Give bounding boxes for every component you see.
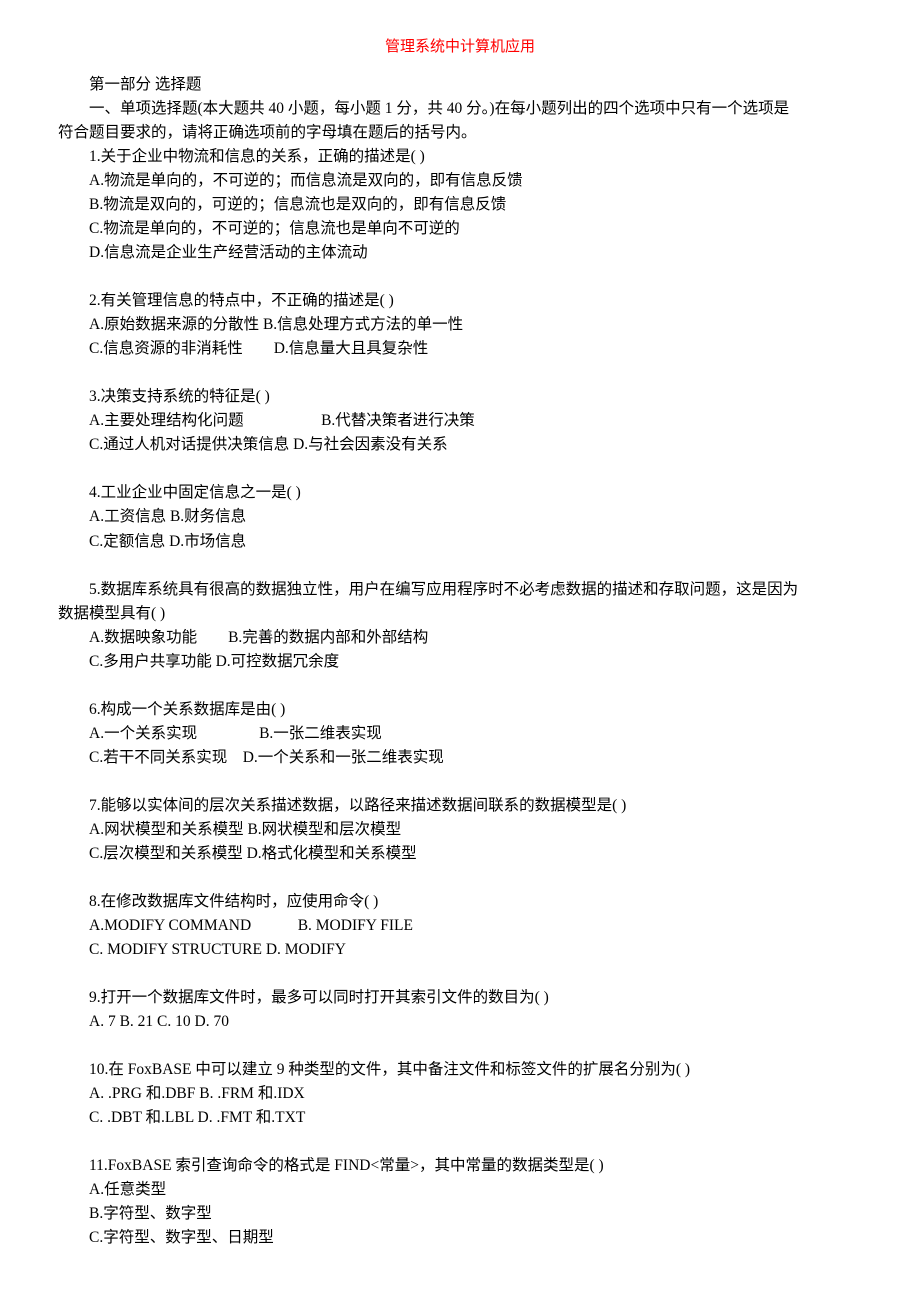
text-line: A.MODIFY COMMAND B. MODIFY FILE [58, 914, 862, 938]
blank-line [58, 1130, 862, 1154]
blank-line [58, 770, 862, 794]
text-line: 2.有关管理信息的特点中，不正确的描述是( ) [58, 289, 862, 313]
text-line: A. .PRG 和.DBF B. .FRM 和.IDX [58, 1082, 862, 1106]
text-line: C.若干不同关系实现 D.一个关系和一张二维表实现 [58, 746, 862, 770]
blank-line [58, 554, 862, 578]
text-line: B.字符型、数字型 [58, 1202, 862, 1226]
text-line: A. 7 B. 21 C. 10 D. 70 [58, 1010, 862, 1034]
text-line: A.任意类型 [58, 1178, 862, 1202]
text-line: C. .DBT 和.LBL D. .FMT 和.TXT [58, 1106, 862, 1130]
text-line: C.多用户共享功能 D.可控数据冗余度 [58, 650, 862, 674]
text-line: 5.数据库系统具有很高的数据独立性，用户在编写应用程序时不必考虑数据的描述和存取… [58, 578, 862, 602]
text-line: 第一部分 选择题 [58, 73, 862, 97]
text-line: A.工资信息 B.财务信息 [58, 505, 862, 529]
text-line: 4.工业企业中固定信息之一是( ) [58, 481, 862, 505]
text-line: A.原始数据来源的分散性 B.信息处理方式方法的单一性 [58, 313, 862, 337]
text-line: 数据模型具有( ) [58, 602, 862, 626]
text-line: 符合题目要求的，请将正确选项前的字母填在题后的括号内。 [58, 121, 862, 145]
page-title: 管理系统中计算机应用 [58, 36, 862, 59]
text-line: A.数据映象功能 B.完善的数据内部和外部结构 [58, 626, 862, 650]
blank-line [58, 457, 862, 481]
text-line: D.信息流是企业生产经营活动的主体流动 [58, 241, 862, 265]
text-line: C.信息资源的非消耗性 D.信息量大且具复杂性 [58, 337, 862, 361]
text-line: C.层次模型和关系模型 D.格式化模型和关系模型 [58, 842, 862, 866]
text-line: 11.FoxBASE 索引查询命令的格式是 FIND<常量>，其中常量的数据类型… [58, 1154, 862, 1178]
blank-line [58, 866, 862, 890]
text-line: 6.构成一个关系数据库是由( ) [58, 698, 862, 722]
blank-line [58, 1034, 862, 1058]
blank-line [58, 361, 862, 385]
blank-line [58, 962, 862, 986]
text-line: 1.关于企业中物流和信息的关系，正确的描述是( ) [58, 145, 862, 169]
text-line: 10.在 FoxBASE 中可以建立 9 种类型的文件，其中备注文件和标签文件的… [58, 1058, 862, 1082]
text-line: C. MODIFY STRUCTURE D. MODIFY [58, 938, 862, 962]
text-line: B.物流是双向的，可逆的；信息流也是双向的，即有信息反馈 [58, 193, 862, 217]
text-line: C.定额信息 D.市场信息 [58, 530, 862, 554]
text-line: 一、单项选择题(本大题共 40 小题，每小题 1 分，共 40 分。)在每小题列… [58, 97, 862, 121]
body-lines: 第一部分 选择题一、单项选择题(本大题共 40 小题，每小题 1 分，共 40 … [58, 73, 862, 1250]
text-line: C.字符型、数字型、日期型 [58, 1226, 862, 1250]
blank-line [58, 674, 862, 698]
text-line: A.网状模型和关系模型 B.网状模型和层次模型 [58, 818, 862, 842]
text-line: A.一个关系实现 B.一张二维表实现 [58, 722, 862, 746]
text-line: A.主要处理结构化问题 B.代替决策者进行决策 [58, 409, 862, 433]
document-page: 管理系统中计算机应用 第一部分 选择题一、单项选择题(本大题共 40 小题，每小… [0, 0, 920, 1250]
text-line: 8.在修改数据库文件结构时，应使用命令( ) [58, 890, 862, 914]
text-line: 3.决策支持系统的特征是( ) [58, 385, 862, 409]
blank-line [58, 265, 862, 289]
text-line: A.物流是单向的，不可逆的；而信息流是双向的，即有信息反馈 [58, 169, 862, 193]
text-line: C.物流是单向的，不可逆的；信息流也是单向不可逆的 [58, 217, 862, 241]
text-line: 7.能够以实体间的层次关系描述数据，以路径来描述数据间联系的数据模型是( ) [58, 794, 862, 818]
text-line: C.通过人机对话提供决策信息 D.与社会因素没有关系 [58, 433, 862, 457]
text-line: 9.打开一个数据库文件时，最多可以同时打开其索引文件的数目为( ) [58, 986, 862, 1010]
